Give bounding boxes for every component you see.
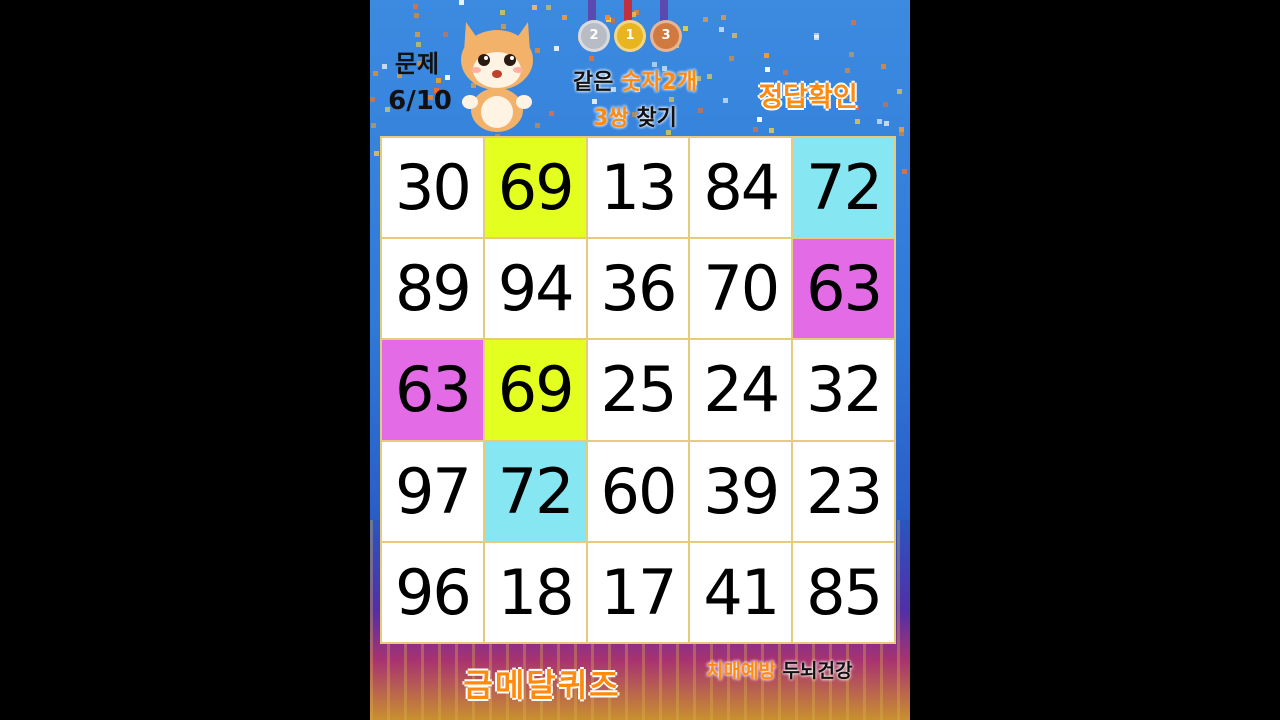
grid-cell[interactable]: 23 bbox=[793, 441, 894, 541]
confetti-piece bbox=[902, 169, 907, 174]
confetti-piece bbox=[721, 15, 726, 20]
grid-cell[interactable]: 89 bbox=[382, 239, 483, 339]
problem-label: 문제 bbox=[394, 50, 440, 78]
confetti-piece bbox=[855, 119, 860, 124]
problem-counter: 6/10 bbox=[388, 86, 452, 116]
confetti-piece bbox=[371, 123, 376, 128]
bronze-medal-icon: 3 bbox=[650, 20, 682, 52]
grid-cell[interactable]: 25 bbox=[587, 340, 689, 440]
confetti-piece bbox=[899, 131, 904, 136]
confetti-piece bbox=[884, 121, 889, 126]
grid-cell[interactable]: 30 bbox=[382, 138, 483, 238]
grid-cell[interactable]: 84 bbox=[690, 138, 792, 238]
confetti-piece bbox=[415, 32, 420, 37]
grid-cell[interactable]: 17 bbox=[587, 542, 689, 642]
confetti-piece bbox=[413, 4, 418, 9]
grid-cell[interactable]: 60 bbox=[587, 441, 689, 541]
brand-logo: 금메달퀴즈 bbox=[463, 666, 621, 704]
quiz-game-frame: 2 1 3 문제 6/10 같은 숫자2개 3쌍 찾기 정답확인 30 69 13 8… bbox=[370, 0, 910, 720]
grid-cell[interactable]: 72 bbox=[793, 138, 894, 238]
confetti-piece bbox=[374, 151, 379, 156]
confetti-piece bbox=[732, 33, 737, 38]
grid-cell[interactable]: 69 bbox=[484, 138, 586, 238]
confetti-piece bbox=[546, 5, 551, 10]
confetti-piece bbox=[783, 70, 788, 75]
grid-cell[interactable]: 72 bbox=[484, 441, 586, 541]
confetti-piece bbox=[459, 0, 464, 5]
grid-cell[interactable]: 36 bbox=[587, 239, 689, 339]
confetti-piece bbox=[881, 64, 886, 69]
confetti-piece bbox=[554, 46, 559, 51]
grid-cell[interactable]: 18 bbox=[484, 542, 586, 642]
confetti-piece bbox=[849, 52, 854, 57]
footer-slogan: 치매예방 두뇌건강 bbox=[706, 660, 853, 682]
number-grid: 30 69 13 84 72 89 94 36 70 63 63 69 25 24 32 97 72 60 39 23… bbox=[380, 136, 896, 644]
confetti-piece bbox=[723, 98, 728, 103]
confetti-piece bbox=[764, 53, 769, 58]
confetti-piece bbox=[851, 20, 856, 25]
grid-cell[interactable]: 69 bbox=[484, 340, 586, 440]
confetti-piece bbox=[605, 15, 610, 20]
gold-medal-icon: 1 bbox=[614, 20, 646, 52]
confetti-piece bbox=[814, 35, 819, 40]
confetti-piece bbox=[683, 26, 688, 31]
puzzle-instruction-line2: 3쌍 찾기 bbox=[593, 106, 677, 131]
confetti-piece bbox=[883, 102, 888, 107]
confetti-piece bbox=[719, 27, 724, 32]
confetti-piece bbox=[845, 68, 850, 73]
confetti-piece bbox=[703, 17, 708, 22]
check-answer-button[interactable]: 정답확인 bbox=[738, 78, 878, 118]
cat-mascot-icon bbox=[461, 22, 533, 132]
grid-cell[interactable]: 96 bbox=[382, 542, 483, 642]
medal-ribbon bbox=[588, 0, 596, 22]
grid-cell[interactable]: 85 bbox=[793, 542, 894, 642]
confetti-piece bbox=[589, 56, 594, 61]
grid-cell[interactable]: 24 bbox=[690, 340, 792, 440]
medal-ribbon bbox=[660, 0, 668, 22]
confetti-piece bbox=[729, 56, 734, 61]
medal-ribbon bbox=[624, 0, 632, 22]
confetti-piece bbox=[414, 13, 419, 18]
grid-cell[interactable]: 13 bbox=[587, 138, 689, 238]
grid-cell[interactable]: 39 bbox=[690, 441, 792, 541]
confetti-piece bbox=[753, 127, 758, 132]
confetti-piece bbox=[769, 128, 774, 133]
confetti-piece bbox=[532, 5, 537, 10]
grid-cell[interactable]: 94 bbox=[484, 239, 586, 339]
confetti-piece bbox=[897, 89, 902, 94]
confetti-piece bbox=[877, 119, 882, 124]
grid-cell[interactable]: 97 bbox=[382, 441, 483, 541]
grid-cell[interactable]: 63 bbox=[382, 340, 483, 440]
confetti-piece bbox=[562, 15, 567, 20]
puzzle-instruction: 같은 숫자2개 bbox=[572, 70, 698, 95]
grid-cell[interactable]: 63 bbox=[793, 239, 894, 339]
confetti-piece bbox=[765, 67, 770, 72]
grid-cell[interactable]: 32 bbox=[793, 340, 894, 440]
confetti-piece bbox=[549, 111, 554, 116]
grid-cell[interactable]: 70 bbox=[690, 239, 792, 339]
silver-medal-icon: 2 bbox=[578, 20, 610, 52]
grid-cell[interactable]: 41 bbox=[690, 542, 792, 642]
confetti-piece bbox=[373, 71, 378, 76]
confetti-piece bbox=[443, 32, 448, 37]
